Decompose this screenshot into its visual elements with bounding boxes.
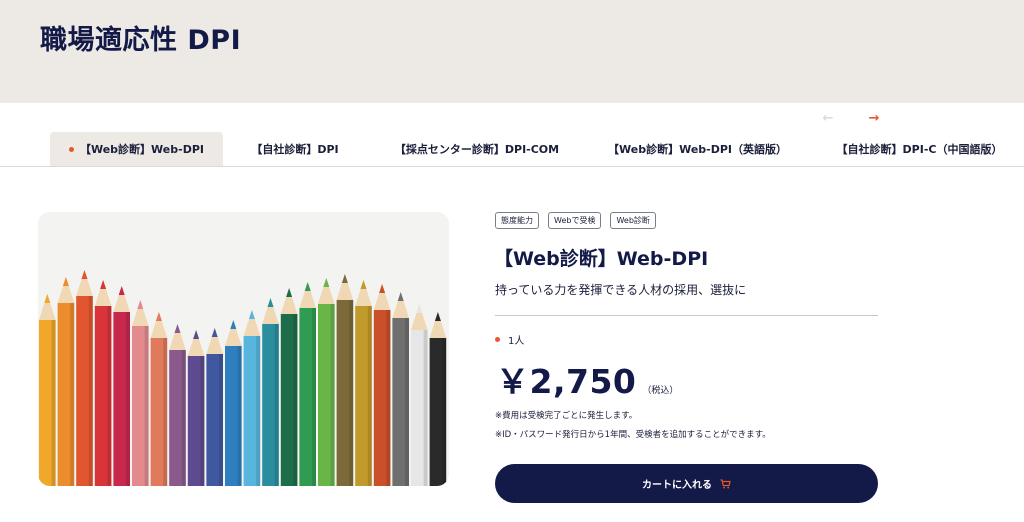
cart-icon <box>720 478 731 489</box>
tab-label: 【自社診断】DPI <box>251 143 339 156</box>
unit-label: 1人 <box>508 336 525 347</box>
tab-dpi-com[interactable]: 【採点センター診断】DPI-COM <box>392 132 562 166</box>
divider <box>495 315 878 316</box>
add-to-cart-button[interactable]: カートに入れる <box>495 464 878 503</box>
tab-dpi-c-chinese[interactable]: 【自社診断】DPI-C（中国語版） <box>832 132 1007 166</box>
tab-web-dpi-english[interactable]: 【Web診断】Web-DPI（英語版） <box>608 132 788 166</box>
product-tab-bar: 【Web診断】Web-DPI 【自社診断】DPI 【採点センター診断】DPI-C… <box>0 132 1024 167</box>
tab-label: 【採点センター診断】DPI-COM <box>394 143 560 156</box>
carousel-arrows: ← → <box>818 110 888 126</box>
cart-button-label: カートに入れる <box>642 480 712 491</box>
product-subtitle: 持っている力を発揮できる人材の採用、選抜に <box>495 283 747 297</box>
id-note: ※ID・パスワード発行日から1年間、受検者を追加することができます。 <box>495 430 771 440</box>
bullet-dot-icon <box>495 337 500 342</box>
tag: Web診断 <box>610 212 656 229</box>
tag-list: 態度能力 Webで受検 Web診断 <box>495 212 656 229</box>
tab-label: 【自社診断】DPI-C（中国語版） <box>836 143 1003 156</box>
tag: 態度能力 <box>495 212 539 229</box>
tab-dpi[interactable]: 【自社診断】DPI <box>236 132 354 166</box>
colored-pencils-image <box>38 212 449 486</box>
page-title: 職場適応性 DPI <box>40 25 242 56</box>
tax-note: （税込） <box>642 386 679 396</box>
unit-row: 1人 <box>495 332 524 347</box>
tab-label: 【Web診断】Web-DPI（英語版） <box>608 143 788 156</box>
arrow-left-icon[interactable]: ← <box>820 110 836 126</box>
tab-label: 【Web診断】Web-DPI <box>79 143 204 156</box>
price-row: ￥2,750 （税込） <box>496 355 678 403</box>
fee-note: ※費用は受検完了ごとに発生します。 <box>495 411 638 421</box>
active-dot-icon <box>68 146 74 152</box>
price: ￥2,750 <box>496 362 637 401</box>
product-title: 【Web診断】Web-DPI <box>494 248 709 270</box>
tab-web-dpi[interactable]: 【Web診断】Web-DPI <box>50 132 223 166</box>
arrow-right-icon[interactable]: → <box>866 110 882 126</box>
top-banner: 職場適応性 DPI <box>0 0 1024 103</box>
tag: Webで受検 <box>548 212 602 229</box>
